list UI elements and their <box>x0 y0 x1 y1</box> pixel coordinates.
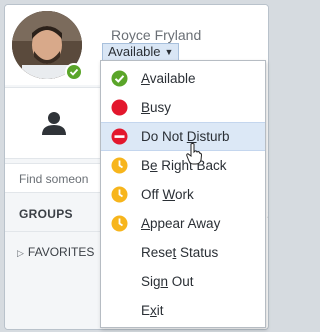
divider <box>5 231 103 232</box>
hand-cursor-icon <box>186 143 202 165</box>
favorites-group[interactable]: ▷ FAVORITES <box>17 245 94 259</box>
presence-check-icon <box>65 63 83 81</box>
menu-item-busy[interactable]: Busy <box>101 93 265 122</box>
available-check-icon <box>111 70 128 87</box>
tab-groups[interactable]: GROUPS <box>19 207 73 221</box>
person-icon <box>42 112 66 135</box>
appear-away-clock-icon <box>111 215 128 232</box>
do-not-disturb-icon <box>111 128 128 145</box>
menu-item-reset-status[interactable]: Reset Status <box>101 238 265 267</box>
user-name: Royce Fryland <box>111 27 202 43</box>
expand-triangle-icon: ▷ <box>17 248 24 258</box>
menu-item-exit[interactable]: Exit <box>101 296 265 325</box>
contacts-tab[interactable] <box>5 87 103 159</box>
menu-item-do-not-disturb[interactable]: Do Not Disturb <box>101 122 265 151</box>
menu-item-appear-away[interactable]: Appear Away <box>101 209 265 238</box>
status-dropdown[interactable]: Available ▼ <box>102 43 180 61</box>
menu-item-available[interactable]: Available <box>101 64 265 93</box>
status-menu: Available Busy Do Not Disturb Be Right B… <box>100 60 266 328</box>
menu-item-be-right-back[interactable]: Be Right Back <box>101 151 265 180</box>
busy-icon <box>111 99 128 116</box>
menu-item-off-work[interactable]: Off Work <box>101 180 265 209</box>
menu-item-sign-out[interactable]: Sign Out <box>101 267 265 296</box>
off-work-clock-icon <box>111 186 128 203</box>
favorites-label: FAVORITES <box>27 245 95 259</box>
search-input[interactable]: Find someon <box>5 163 103 193</box>
caret-down-icon: ▼ <box>164 47 174 57</box>
status-label: Available <box>108 44 161 59</box>
clipped-tab-label: S <box>267 208 268 222</box>
be-right-back-clock-icon <box>111 157 128 174</box>
